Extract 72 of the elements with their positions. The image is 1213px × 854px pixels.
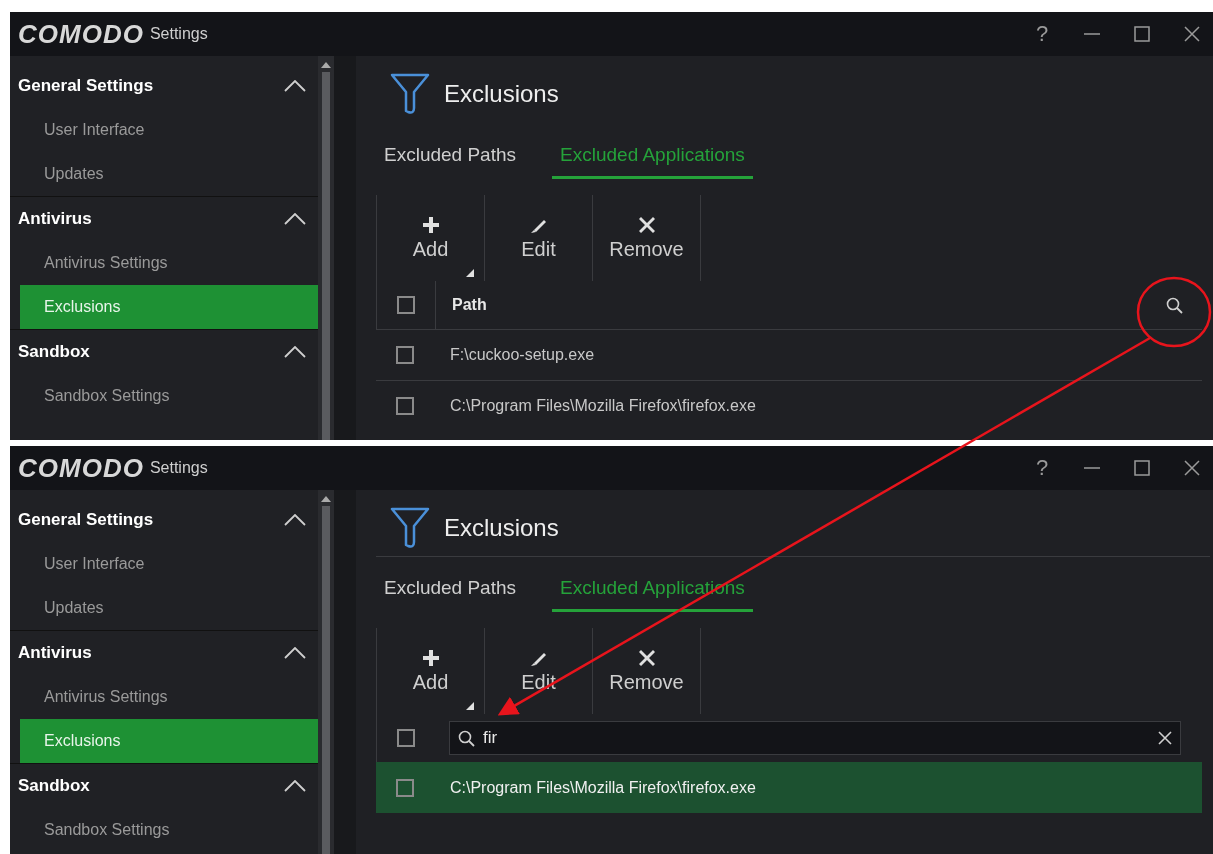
select-all-checkbox[interactable]	[397, 729, 415, 747]
row-checkbox[interactable]	[396, 397, 414, 415]
scrollbar-thumb[interactable]	[322, 72, 330, 440]
dropdown-triangle-icon[interactable]	[466, 702, 474, 710]
window-title: Settings	[149, 459, 208, 477]
search-icon	[458, 729, 475, 747]
funnel-icon	[390, 72, 430, 116]
edit-button[interactable]: Edit	[485, 195, 593, 281]
tab[interactable]: Excluded Paths	[376, 134, 525, 179]
close-icon[interactable]	[1183, 459, 1201, 477]
path-cell-text: C:\Program Files\Mozilla Firefox\firefox.exe	[449, 779, 756, 797]
sidebar-group[interactable]: General Settings	[18, 510, 154, 530]
search-field[interactable]: fir	[449, 721, 1181, 755]
app-logo: COMODO	[18, 18, 144, 50]
select-all-checkbox[interactable]	[397, 296, 415, 314]
plus-icon	[421, 648, 440, 667]
sidebar-item[interactable]: Updates	[20, 586, 318, 630]
path-cell-text: C:\Program Files\Mozilla Firefox\firefox.exe	[449, 397, 756, 415]
sidebar-item[interactable]: Updates	[20, 152, 318, 196]
tab[interactable]: Excluded Paths	[376, 567, 525, 612]
collapse-chevron-icon[interactable]	[284, 346, 306, 358]
scrollbar[interactable]	[318, 490, 356, 854]
sidebar-group[interactable]: Sandbox	[18, 342, 90, 362]
sidebar-group[interactable]: General Settings	[18, 76, 154, 96]
sidebar-item[interactable]: Antivirus Settings	[20, 241, 318, 285]
search-icon[interactable]	[1166, 296, 1183, 314]
collapse-chevron-icon[interactable]	[284, 780, 306, 792]
search-input[interactable]: fir	[481, 727, 1152, 749]
sidebar-item[interactable]: User Interface	[20, 542, 318, 586]
sidebar-item[interactable]: Sandbox Settings	[20, 808, 318, 852]
maximize-icon[interactable]	[1133, 25, 1151, 43]
add-button[interactable]: Add	[377, 628, 485, 714]
scrollbar-thumb[interactable]	[322, 506, 330, 854]
path-cell-text: F:\cuckoo-setup.exe	[449, 346, 595, 364]
collapse-chevron-icon[interactable]	[284, 80, 306, 92]
row-checkbox[interactable]	[396, 346, 414, 364]
edit-button[interactable]: Edit	[485, 628, 593, 714]
help-button[interactable]: ?	[1017, 21, 1067, 47]
funnel-icon	[390, 506, 430, 550]
collapse-chevron-icon[interactable]	[284, 647, 306, 659]
sidebar-item[interactable]: Exclusions	[20, 285, 318, 329]
cross-icon	[637, 648, 656, 667]
remove-button[interactable]: Remove	[593, 195, 701, 281]
sidebar-item[interactable]: Antivirus Settings	[20, 675, 318, 719]
sidebar-item[interactable]: Exclusions	[20, 719, 318, 763]
sidebar-group[interactable]: Antivirus	[18, 643, 92, 663]
page-heading: Exclusions	[444, 80, 559, 108]
collapse-chevron-icon[interactable]	[284, 514, 306, 526]
close-icon[interactable]	[1183, 25, 1201, 43]
remove-button[interactable]: Remove	[593, 628, 701, 714]
sidebar-group[interactable]: Sandbox	[18, 776, 90, 796]
cross-icon	[637, 215, 656, 234]
add-button[interactable]: Add	[377, 195, 485, 281]
help-button[interactable]: ?	[1017, 455, 1067, 481]
window-title: Settings	[149, 25, 208, 43]
sidebar-item[interactable]: Sandbox Settings	[20, 374, 318, 418]
tab[interactable]: Excluded Applications	[552, 134, 753, 179]
column-header: Path	[452, 296, 487, 314]
page-heading: Exclusions	[444, 514, 559, 542]
scrollbar[interactable]	[318, 56, 356, 440]
scroll-up-icon[interactable]	[321, 62, 331, 68]
selected-row[interactable]: C:\Program Files\Mozilla Firefox\firefox.exe	[376, 762, 1202, 813]
row-checkbox[interactable]	[396, 779, 414, 797]
scroll-up-icon[interactable]	[321, 496, 331, 502]
dropdown-triangle-icon[interactable]	[466, 269, 474, 277]
plus-icon	[421, 215, 440, 234]
app-logo: COMODO	[18, 452, 144, 484]
sidebar-group[interactable]: Antivirus	[18, 209, 92, 229]
collapse-chevron-icon[interactable]	[284, 213, 306, 225]
clear-icon[interactable]	[1158, 731, 1172, 745]
maximize-icon[interactable]	[1133, 459, 1151, 477]
sidebar-item[interactable]: User Interface	[20, 108, 318, 152]
